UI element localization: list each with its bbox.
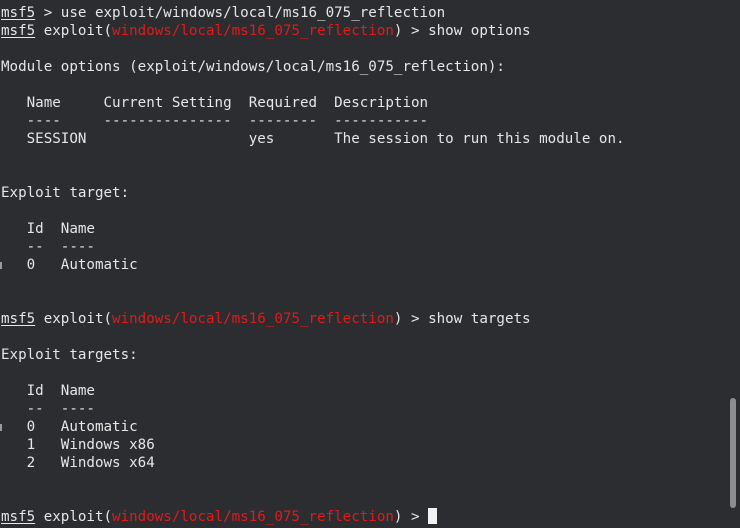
line-text: exploit( <box>35 509 113 525</box>
module-path: windows/local/ms16_075_reflection <box>112 509 394 525</box>
line-text: exploit( <box>35 311 113 327</box>
line-text: exploit( <box>35 23 113 39</box>
line-text: 1 Windows x86 <box>1 437 155 453</box>
terminal-line: msf5 exploit(windows/local/ms16_075_refl… <box>1 508 726 526</box>
line-text: > use exploit/windows/local/ms16_075_ref… <box>35 5 446 21</box>
terminal-line: Id Name <box>1 382 726 400</box>
line-text: Exploit targets: <box>1 347 138 363</box>
edge-marker <box>0 262 2 269</box>
terminal-line: Module options (exploit/windows/local/ms… <box>1 58 726 76</box>
line-text: Id Name <box>1 383 95 399</box>
line-text: -- ---- <box>1 401 95 417</box>
line-text: Id Name <box>1 221 95 237</box>
line-text: 0 Automatic <box>1 257 138 273</box>
line-text: 0 Automatic <box>1 419 138 435</box>
line-text: SESSION yes The session to run this modu… <box>1 131 625 147</box>
terminal-line: Name Current Setting Required Descriptio… <box>1 94 726 112</box>
terminal-line: 0 Automatic <box>1 256 726 274</box>
terminal-output[interactable]: msf5 > use exploit/windows/local/ms16_07… <box>1 4 726 526</box>
prompt-label: msf5 <box>1 23 36 39</box>
prompt-label: msf5 <box>1 311 36 327</box>
terminal-line: 2 Windows x64 <box>1 454 726 472</box>
module-path: windows/local/ms16_075_reflection <box>112 311 394 327</box>
terminal-line: msf5 > use exploit/windows/local/ms16_07… <box>1 4 726 22</box>
line-text: ) > <box>393 509 429 525</box>
line-text: ) > show options <box>393 23 531 39</box>
terminal-line: -- ---- <box>1 400 726 418</box>
terminal-line: 0 Automatic <box>1 418 726 436</box>
terminal-line: msf5 exploit(windows/local/ms16_075_refl… <box>1 310 726 328</box>
terminal-window[interactable]: msf5 > use exploit/windows/local/ms16_07… <box>0 0 740 528</box>
terminal-line: Exploit targets: <box>1 346 726 364</box>
scrollbar-thumb[interactable] <box>730 398 736 508</box>
line-text: 2 Windows x64 <box>1 455 155 471</box>
edge-marker <box>0 424 2 431</box>
terminal-line: 1 Windows x86 <box>1 436 726 454</box>
module-path: windows/local/ms16_075_reflection <box>112 23 394 39</box>
terminal-line: SESSION yes The session to run this modu… <box>1 130 726 148</box>
terminal-line: Id Name <box>1 220 726 238</box>
line-text: ---- --------------- -------- ----------… <box>1 113 429 129</box>
line-text: Name Current Setting Required Descriptio… <box>1 95 429 111</box>
terminal-line: msf5 exploit(windows/local/ms16_075_refl… <box>1 22 726 40</box>
terminal-line: ---- --------------- -------- ----------… <box>1 112 726 130</box>
prompt-label: msf5 <box>1 5 36 21</box>
line-text: ) > show targets <box>393 311 531 327</box>
terminal-line: -- ---- <box>1 238 726 256</box>
prompt-label: msf5 <box>1 509 36 525</box>
line-text: Exploit target: <box>1 185 130 201</box>
line-text: -- ---- <box>1 239 95 255</box>
block-cursor-icon <box>428 508 438 524</box>
terminal-line: Exploit target: <box>1 184 726 202</box>
line-text: Module options (exploit/windows/local/ms… <box>1 59 505 75</box>
